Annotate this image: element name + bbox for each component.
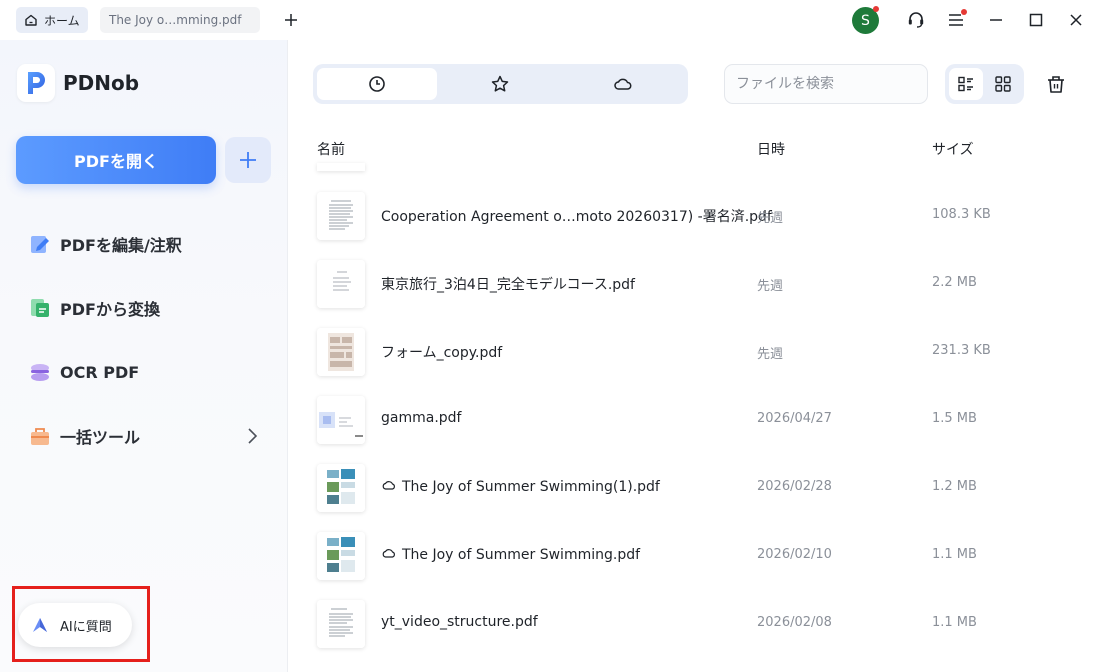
ocr-icon xyxy=(28,360,52,384)
sidebar-item-convert[interactable]: PDFから変換 xyxy=(28,293,160,323)
file-name: The Joy of Summer Swimming.pdf xyxy=(381,546,640,564)
list-view-icon xyxy=(958,76,973,92)
home-icon xyxy=(25,14,37,26)
file-row[interactable]: 東京旅行_3泊4日_完全モデルコース.pdf 先週 2.2 MB xyxy=(300,250,1090,318)
grid-view-icon xyxy=(995,76,1011,92)
file-thumbnail xyxy=(317,600,365,648)
title-bar: ホーム The Joy o…mming.pdf S xyxy=(0,0,1096,40)
file-size: 1.2 MB xyxy=(932,479,977,494)
clock-icon xyxy=(369,76,385,92)
file-thumbnail xyxy=(317,192,365,240)
sidebar-item-ocr[interactable]: OCR PDF xyxy=(28,357,139,387)
minimize-icon xyxy=(990,19,1002,21)
notification-dot xyxy=(873,6,879,12)
support-button[interactable] xyxy=(904,8,928,32)
tab-file[interactable]: The Joy o…mming.pdf xyxy=(100,7,260,33)
file-name: 東京旅行_3泊4日_完全モデルコース.pdf xyxy=(381,277,635,293)
file-date: 2026/02/10 xyxy=(757,547,832,562)
maximize-icon xyxy=(1029,13,1043,27)
file-row[interactable]: The Joy of Summer Swimming.pdf 2026/02/1… xyxy=(300,522,1090,590)
sidebar-item-batch-tools[interactable]: 一括ツール xyxy=(28,421,140,451)
file-date: 2026/02/28 xyxy=(757,479,832,494)
file-name: The Joy of Summer Swimming(1).pdf xyxy=(381,478,660,496)
file-row[interactable]: The Joy of Summer Swimming(1).pdf 2026/0… xyxy=(300,454,1090,522)
close-icon xyxy=(1070,14,1082,26)
sidebar-item-label: PDFを編集/注釈 xyxy=(60,236,182,255)
partial-file-thumbnail xyxy=(317,163,365,171)
add-button[interactable] xyxy=(225,137,271,183)
pdnob-logo-icon xyxy=(28,72,45,94)
filter-tabs xyxy=(313,64,688,104)
menu-notification-dot xyxy=(961,9,967,15)
file-size: 1.1 MB xyxy=(932,615,977,630)
search-input[interactable] xyxy=(724,64,928,104)
file-row[interactable]: yt_video_structure.pdf 2026/02/08 1.1 MB xyxy=(300,590,1090,658)
ai-sparkle-icon xyxy=(33,618,47,632)
sidebar-item-edit[interactable]: PDFを編集/注釈 xyxy=(28,229,182,259)
tab-home[interactable]: ホーム xyxy=(16,7,88,33)
new-tab-button[interactable] xyxy=(280,8,302,32)
column-header-size[interactable]: サイズ xyxy=(932,139,974,159)
headset-icon xyxy=(908,12,924,28)
file-size: 2.2 MB xyxy=(932,275,977,290)
cloud-icon xyxy=(381,478,397,496)
file-row[interactable]: gamma.pdf 2026/04/27 1.5 MB xyxy=(300,386,1090,454)
file-row[interactable]: Cooperation Agreement o…moto 20260317) -… xyxy=(300,182,1090,250)
convert-icon xyxy=(28,296,52,320)
file-date: 先週 xyxy=(757,211,784,226)
file-name: yt_video_structure.pdf xyxy=(381,614,538,630)
column-header-date[interactable]: 日時 xyxy=(757,139,785,159)
file-date: 2026/04/27 xyxy=(757,411,832,426)
trash-button[interactable] xyxy=(1043,71,1069,97)
file-size: 1.5 MB xyxy=(932,411,977,426)
column-header-name[interactable]: 名前 xyxy=(317,139,345,159)
sidebar-item-label: 一括ツール xyxy=(60,428,141,447)
trash-icon xyxy=(1048,76,1064,93)
file-name: gamma.pdf xyxy=(381,410,462,426)
file-thumbnail xyxy=(317,464,365,512)
file-name: フォーム_copy.pdf xyxy=(381,345,503,361)
view-toggle xyxy=(945,64,1024,104)
file-name: Cooperation Agreement o…moto 20260317) -… xyxy=(381,209,772,225)
file-thumbnail xyxy=(317,328,365,376)
app-logo xyxy=(17,64,55,102)
chevron-right-icon[interactable] xyxy=(244,426,260,446)
plus-icon xyxy=(285,14,297,26)
tab-recent[interactable] xyxy=(317,68,437,100)
file-row[interactable]: フォーム_copy.pdf 先週 231.3 KB xyxy=(300,318,1090,386)
cloud-icon xyxy=(381,546,397,564)
plus-icon xyxy=(240,152,256,168)
tab-starred[interactable] xyxy=(440,68,560,100)
sidebar xyxy=(0,40,288,672)
brand-name: PDNob xyxy=(63,71,140,95)
file-date: 先週 xyxy=(757,347,784,362)
file-date: 先週 xyxy=(757,279,784,294)
sidebar-item-label: PDFから変換 xyxy=(60,300,160,319)
close-button[interactable] xyxy=(1064,8,1088,32)
file-thumbnail xyxy=(317,260,365,308)
toolbox-icon xyxy=(28,424,52,448)
tab-cloud[interactable] xyxy=(563,68,683,100)
edit-icon xyxy=(28,232,52,256)
file-size: 231.3 KB xyxy=(932,343,991,358)
maximize-button[interactable] xyxy=(1024,8,1048,32)
list-view-button[interactable] xyxy=(949,68,983,100)
file-date: 2026/02/08 xyxy=(757,615,832,630)
grid-view-button[interactable] xyxy=(986,68,1020,100)
open-pdf-button[interactable]: PDFを開く xyxy=(16,136,216,184)
tab-home-label: ホーム xyxy=(44,13,80,28)
file-size: 1.1 MB xyxy=(932,547,977,562)
minimize-button[interactable] xyxy=(984,8,1008,32)
cloud-icon xyxy=(614,78,632,90)
sidebar-item-label: OCR PDF xyxy=(60,362,140,382)
star-icon xyxy=(491,75,509,92)
file-size: 108.3 KB xyxy=(932,207,991,222)
file-thumbnail xyxy=(317,532,365,580)
file-thumbnail xyxy=(317,396,365,444)
ask-ai-button[interactable]: AIに質問 xyxy=(18,603,132,647)
ask-ai-label: AIに質問 xyxy=(60,619,112,635)
